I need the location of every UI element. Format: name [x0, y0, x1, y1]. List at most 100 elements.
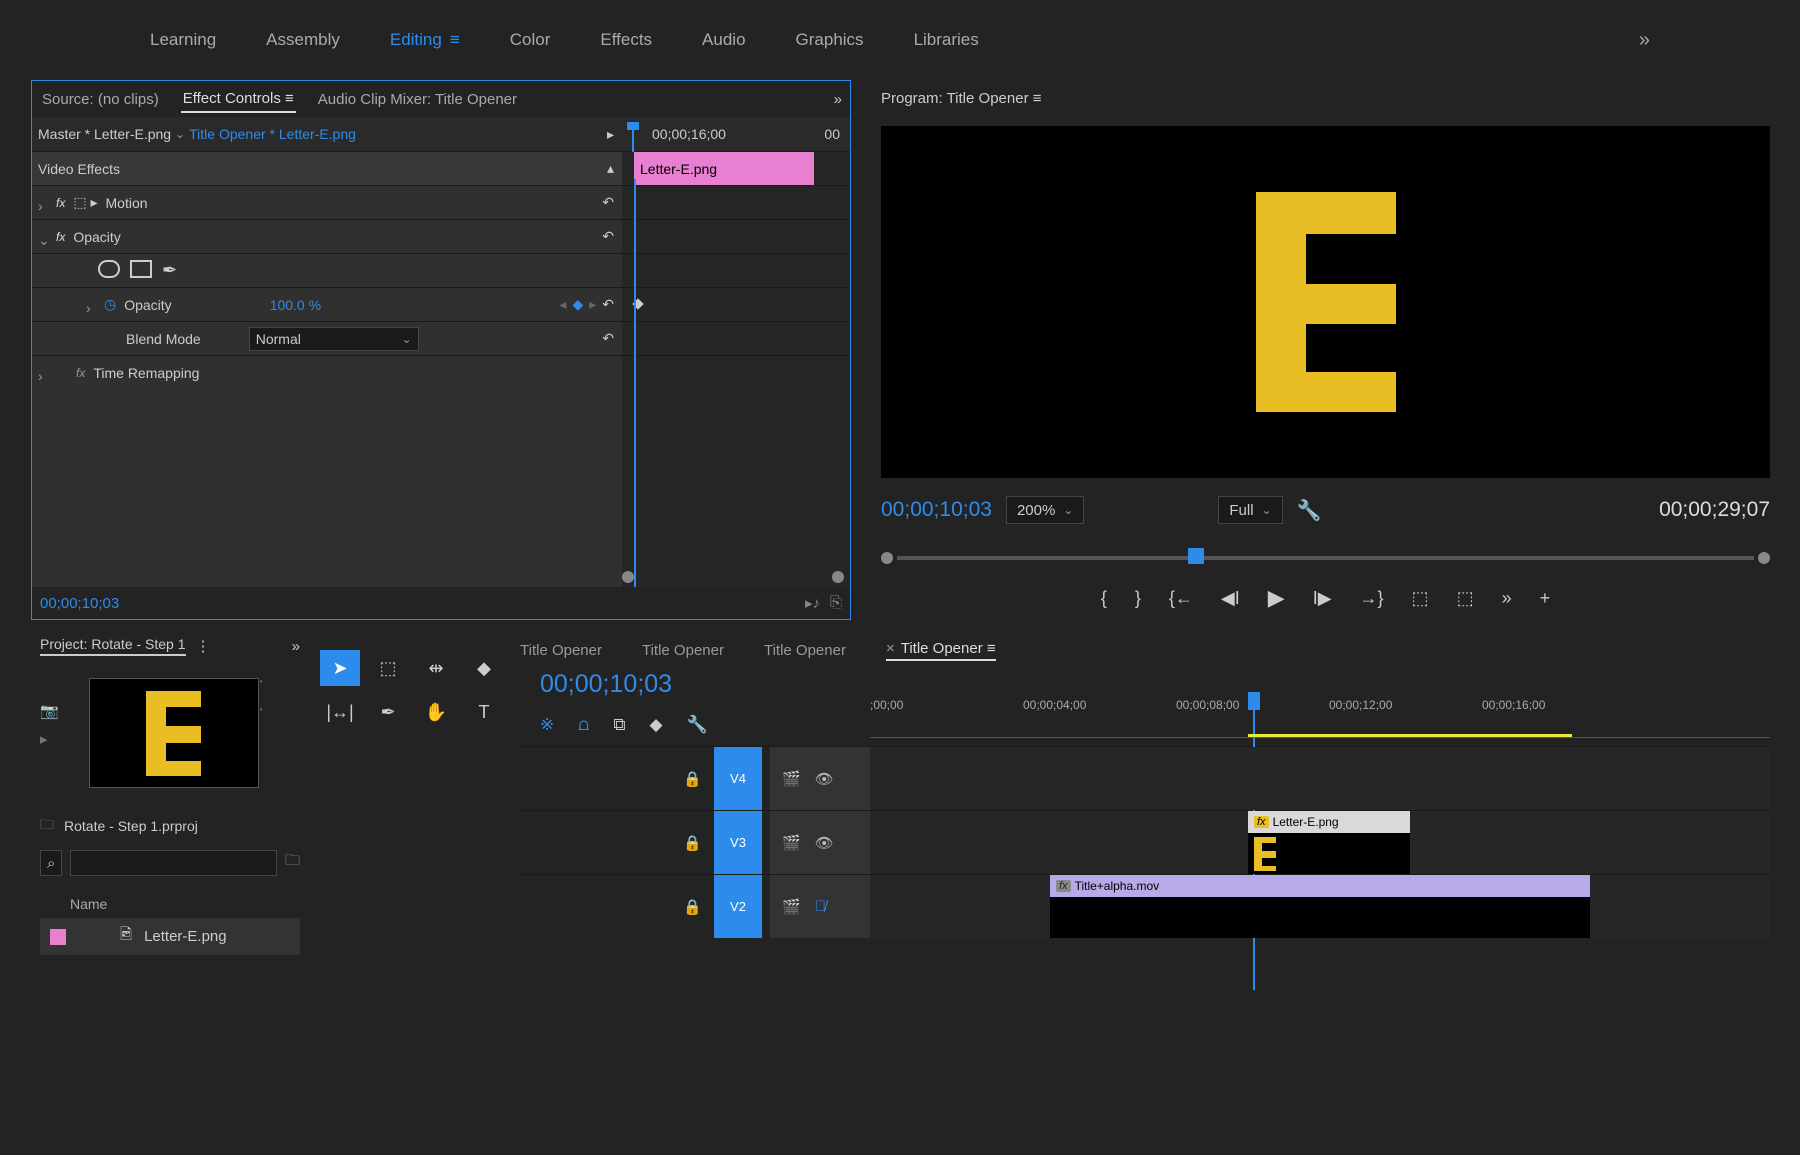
work-area-bar[interactable]	[1248, 734, 1572, 737]
reset-icon[interactable]: ↶	[602, 330, 614, 347]
overflow-icon[interactable]: »	[1502, 588, 1512, 609]
program-tab[interactable]: Program: Title Opener ≡	[881, 90, 1042, 107]
collapse-icon[interactable]: ▴	[607, 160, 614, 177]
ellipse-mask-icon[interactable]	[98, 260, 120, 278]
panel-overflow-icon[interactable]: »	[292, 638, 300, 655]
step-forward-icon[interactable]: І▶	[1313, 588, 1332, 609]
razor-tool-icon[interactable]: ◆	[464, 650, 504, 686]
camera-icon[interactable]: 📷	[40, 702, 59, 720]
hscroll-right[interactable]	[832, 571, 844, 583]
workspace-tab-effects[interactable]: Effects	[600, 30, 652, 50]
sequence-tab[interactable]: Title Opener	[764, 642, 846, 659]
sequence-tab[interactable]: Title Opener	[520, 642, 602, 659]
lock-icon[interactable]: 🔒	[683, 834, 702, 852]
quality-select[interactable]: Full⌄	[1218, 496, 1282, 524]
panel-menu-icon[interactable]: ≡	[987, 640, 996, 657]
clip-letter-e[interactable]: fxLetter-E.png	[1248, 811, 1410, 874]
ec-clip-bar[interactable]: Letter-E.png	[634, 152, 814, 185]
bin-icon[interactable]: 🗀	[40, 814, 54, 838]
rect-mask-icon[interactable]	[130, 260, 152, 278]
marker-icon[interactable]: ◆	[649, 715, 662, 735]
sequence-tab[interactable]: Title Opener	[642, 642, 724, 659]
workspace-tab-color[interactable]: Color	[510, 30, 551, 50]
mark-in-icon[interactable]: {	[1101, 588, 1107, 609]
workspace-tab-libraries[interactable]: Libraries	[914, 30, 979, 50]
selection-tool-icon[interactable]: ➤	[320, 650, 360, 686]
go-to-out-icon[interactable]: →}	[1360, 588, 1384, 609]
twisty-icon[interactable]	[38, 368, 48, 378]
timeline-current-time[interactable]: 00;00;10;03	[540, 670, 672, 698]
scrub-end[interactable]	[1758, 552, 1770, 564]
hscroll-left[interactable]	[622, 571, 634, 583]
scrub-start[interactable]	[881, 552, 893, 564]
extract-icon[interactable]: ⬚	[1457, 588, 1474, 609]
ec-current-time[interactable]: 00;00;10;03	[40, 595, 119, 612]
project-search-input[interactable]	[70, 850, 277, 876]
step-back-icon[interactable]: ◀І	[1221, 588, 1240, 609]
timeline-playhead[interactable]	[1248, 692, 1260, 710]
name-column-header[interactable]: Name	[40, 890, 300, 918]
eye-icon[interactable]: 👁	[815, 834, 834, 852]
tab-source[interactable]: Source: (no clips)	[40, 87, 161, 112]
play-thumb-icon[interactable]: ▸	[40, 730, 59, 748]
track-v4-body[interactable]	[870, 747, 1770, 810]
workspace-tab-assembly[interactable]: Assembly	[266, 30, 340, 50]
workspace-tab-graphics[interactable]: Graphics	[796, 30, 864, 50]
mark-out-icon[interactable]: }	[1135, 588, 1141, 609]
panel-menu-icon[interactable]: ⋮	[196, 637, 211, 655]
fx-toggle-icon[interactable]: fx	[56, 196, 65, 210]
program-viewer[interactable]	[881, 126, 1770, 478]
settings-icon[interactable]: 🔧	[687, 715, 708, 735]
snap-icon[interactable]: ⩍	[578, 715, 589, 735]
reset-icon[interactable]: ↶	[602, 194, 614, 211]
menu-icon[interactable]: ≡	[450, 30, 460, 50]
export-icon[interactable]: ⎘	[830, 594, 842, 612]
sync-lock-icon[interactable]: 🎬	[782, 898, 801, 916]
hand-tool-icon[interactable]: ✋	[416, 694, 456, 730]
stopwatch-icon[interactable]: ◷	[104, 296, 116, 313]
lift-icon[interactable]: ⬚	[1412, 588, 1429, 609]
tab-effect-controls[interactable]: Effect Controls ≡	[181, 86, 296, 113]
ripple-edit-tool-icon[interactable]: ⇹	[416, 650, 456, 686]
eye-off-icon[interactable]: 👁̸	[815, 898, 826, 915]
lock-icon[interactable]: 🔒	[683, 770, 702, 788]
panel-overflow-icon[interactable]: »	[834, 91, 842, 108]
pen-tool-icon[interactable]: ✒	[368, 694, 408, 730]
fx-toggle-icon[interactable]: fx	[56, 230, 65, 244]
add-keyframe-icon[interactable]: ◆	[572, 296, 583, 313]
add-button-icon[interactable]: +	[1540, 588, 1551, 609]
project-tab[interactable]: Project: Rotate - Step 1	[40, 636, 186, 656]
sync-lock-icon[interactable]: 🎬	[782, 834, 801, 852]
wrench-icon[interactable]: 🔧	[1297, 498, 1322, 523]
label-swatch[interactable]	[50, 929, 66, 945]
ec-playhead-line[interactable]	[634, 179, 636, 587]
project-item[interactable]: 🖻 Letter-E.png	[40, 918, 300, 955]
new-bin-icon[interactable]: 🗀	[285, 850, 300, 876]
reset-icon[interactable]: ↶	[602, 228, 614, 245]
reset-icon[interactable]: ↶	[602, 296, 614, 313]
track-v3[interactable]: V3	[714, 811, 762, 874]
type-tool-icon[interactable]: T	[464, 694, 504, 730]
slip-tool-icon[interactable]: |↔|	[320, 694, 360, 730]
time-remapping-row[interactable]: Time Remapping	[93, 365, 199, 381]
track-select-tool-icon[interactable]: ⬚	[368, 650, 408, 686]
play-icon[interactable]: ▶	[1268, 585, 1285, 611]
panel-menu-icon[interactable]: ≡	[285, 90, 294, 107]
track-v3-body[interactable]: fxLetter-E.png	[870, 811, 1770, 874]
project-thumbnail[interactable]	[89, 678, 259, 788]
twisty-icon[interactable]	[38, 198, 48, 208]
opacity-row[interactable]: Opacity	[73, 229, 120, 245]
source-clip-label[interactable]: Title Opener * Letter-E.png	[189, 126, 356, 142]
pen-mask-icon[interactable]: ✒	[162, 260, 177, 281]
motion-row[interactable]: Motion	[106, 195, 148, 211]
fx-toggle-icon[interactable]: fx	[76, 366, 85, 380]
lock-icon[interactable]: 🔒	[683, 898, 702, 916]
program-current-time[interactable]: 00;00;10;03	[881, 498, 992, 522]
play-icon[interactable]: ▸	[607, 126, 614, 143]
zoom-select[interactable]: 200%⌄	[1006, 496, 1084, 524]
track-v2[interactable]: V2	[714, 875, 762, 938]
track-v4[interactable]: V4	[714, 747, 762, 810]
close-icon[interactable]: ×	[886, 640, 895, 657]
next-keyframe-icon[interactable]: ▸	[589, 296, 596, 313]
blend-mode-select[interactable]: Normal⌄	[249, 327, 419, 351]
